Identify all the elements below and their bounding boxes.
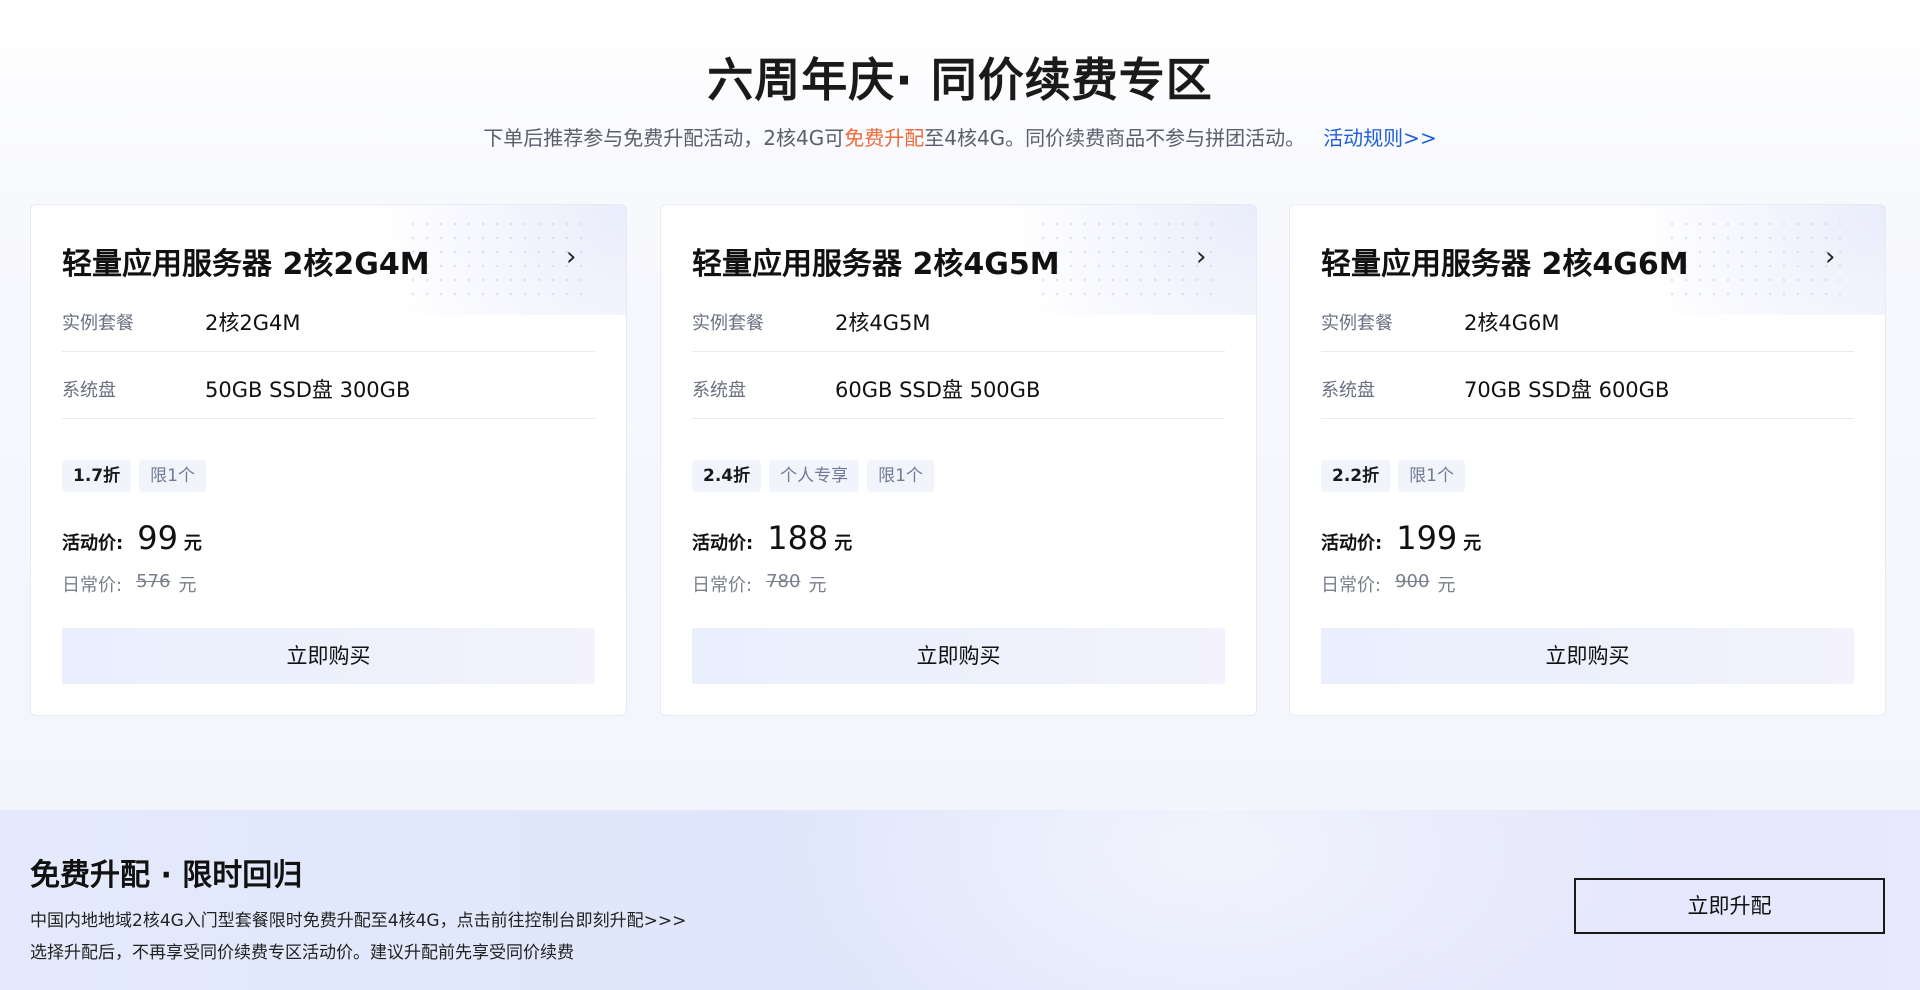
free-upgrade-banner: 免费升配 · 限时回归 中国内地地域2核4G入门型套餐限时免费升配至4核4G，点… [0,810,1920,990]
buy-now-button[interactable]: 立即购买 [62,628,595,684]
original-price-unit: 元 [1437,575,1456,596]
subtitle-highlight: 免费升配 [844,126,925,150]
promo-console-link[interactable]: 中国内地地域2核4G入门型套餐限时免费升配至4核4G，点击前往控制台即刻升配>>… [30,906,686,931]
card-title[interactable]: 轻量应用服务器 2核2G4M [62,239,430,283]
discount-tag: 2.4折 [692,460,762,492]
disk-value: 60GB SSD盘 500GB [835,378,1041,402]
instance-label: 实例套餐 [1321,313,1393,334]
promo-note: 选择升配后，不再享受同价续费专区活动价。建议升配前先享受同价续费 [30,943,574,963]
instance-value: 2核4G5M [835,311,931,335]
disk-row: 系统盘 50GB SSD盘 300GB [62,352,595,419]
original-price-unit: 元 [808,575,827,596]
page-title: 六周年庆· 同价续费专区 [707,53,1213,107]
instance-label: 实例套餐 [692,313,764,334]
disk-label: 系统盘 [692,380,746,401]
product-card: 轻量应用服务器 2核2G4M › 实例套餐 2核2G4M 系统盘 50GB SS… [30,204,627,716]
original-price-row: 日常价: 576 元 [62,571,196,597]
card-title[interactable]: 轻量应用服务器 2核4G6M [1321,239,1689,283]
card-title[interactable]: 轻量应用服务器 2核4G5M [692,239,1060,283]
original-price-label: 日常价: [62,575,123,596]
page-subtitle: 下单后推荐参与免费升配活动，2核4G可免费升配至4核4G。同价续费商品不参与拼团… [0,122,1920,151]
tag-list: 2.2折 限1个 [1321,460,1465,492]
original-price-label: 日常价: [692,575,753,596]
instance-value: 2核2G4M [205,311,301,335]
discount-tag: 1.7折 [62,460,132,492]
discount-tag: 2.2折 [1321,460,1391,492]
price-value: 199 [1396,519,1458,557]
tag-list: 1.7折 限1个 [62,460,206,492]
limit-tag: 限1个 [139,460,206,492]
instance-value: 2核4G6M [1464,311,1560,335]
personal-tag: 个人专享 [769,460,860,492]
original-price: 900 [1395,571,1430,592]
disk-row: 系统盘 60GB SSD盘 500GB [692,352,1225,419]
limit-tag: 限1个 [867,460,934,492]
instance-label: 实例套餐 [62,313,134,334]
buy-now-button[interactable]: 立即购买 [692,628,1225,684]
original-price-row: 日常价: 780 元 [692,571,826,597]
subtitle-text-after: 至4核4G。同价续费商品不参与拼团活动。 [924,126,1306,150]
renewal-section: 六周年庆· 同价续费专区 下单后推荐参与免费升配活动，2核4G可免费升配至4核4… [0,0,1920,810]
original-price: 576 [136,571,171,592]
instance-row: 实例套餐 2核4G5M [692,285,1225,352]
disk-row: 系统盘 70GB SSD盘 600GB [1321,352,1854,419]
upgrade-now-button[interactable]: 立即升配 [1574,878,1885,934]
price-label: 活动价: [62,533,124,554]
price-unit: 元 [834,533,853,554]
disk-value: 50GB SSD盘 300GB [205,378,411,402]
price-value: 99 [137,519,178,557]
subtitle-text: 下单后推荐参与免费升配活动，2核4G可 [483,126,845,150]
promo-title: 免费升配 · 限时回归 [30,858,303,893]
chevron-right-icon[interactable]: › [1825,244,1849,270]
product-card: 轻量应用服务器 2核4G5M › 实例套餐 2核4G5M 系统盘 60GB SS… [660,204,1257,716]
limit-tag: 限1个 [1398,460,1465,492]
original-price: 780 [766,571,801,592]
price-row: 活动价: 99 元 [62,519,202,557]
disk-value: 70GB SSD盘 600GB [1464,378,1670,402]
original-price-unit: 元 [178,575,197,596]
disk-label: 系统盘 [1321,380,1375,401]
instance-row: 实例套餐 2核2G4M [62,285,595,352]
product-card: 轻量应用服务器 2核4G6M › 实例套餐 2核4G6M 系统盘 70GB SS… [1289,204,1886,716]
rules-link[interactable]: 活动规则>> [1323,126,1437,150]
price-label: 活动价: [692,533,754,554]
buy-now-button[interactable]: 立即购买 [1321,628,1854,684]
price-row: 活动价: 188 元 [692,519,852,557]
disk-label: 系统盘 [62,380,116,401]
price-value: 188 [767,519,829,557]
price-label: 活动价: [1321,533,1383,554]
original-price-label: 日常价: [1321,575,1382,596]
price-unit: 元 [1463,533,1482,554]
instance-row: 实例套餐 2核4G6M [1321,285,1854,352]
tag-list: 2.4折 个人专享 限1个 [692,460,934,492]
price-unit: 元 [183,533,202,554]
price-row: 活动价: 199 元 [1321,519,1481,557]
chevron-right-icon[interactable]: › [566,244,590,270]
chevron-right-icon[interactable]: › [1196,244,1220,270]
original-price-row: 日常价: 900 元 [1321,571,1455,597]
